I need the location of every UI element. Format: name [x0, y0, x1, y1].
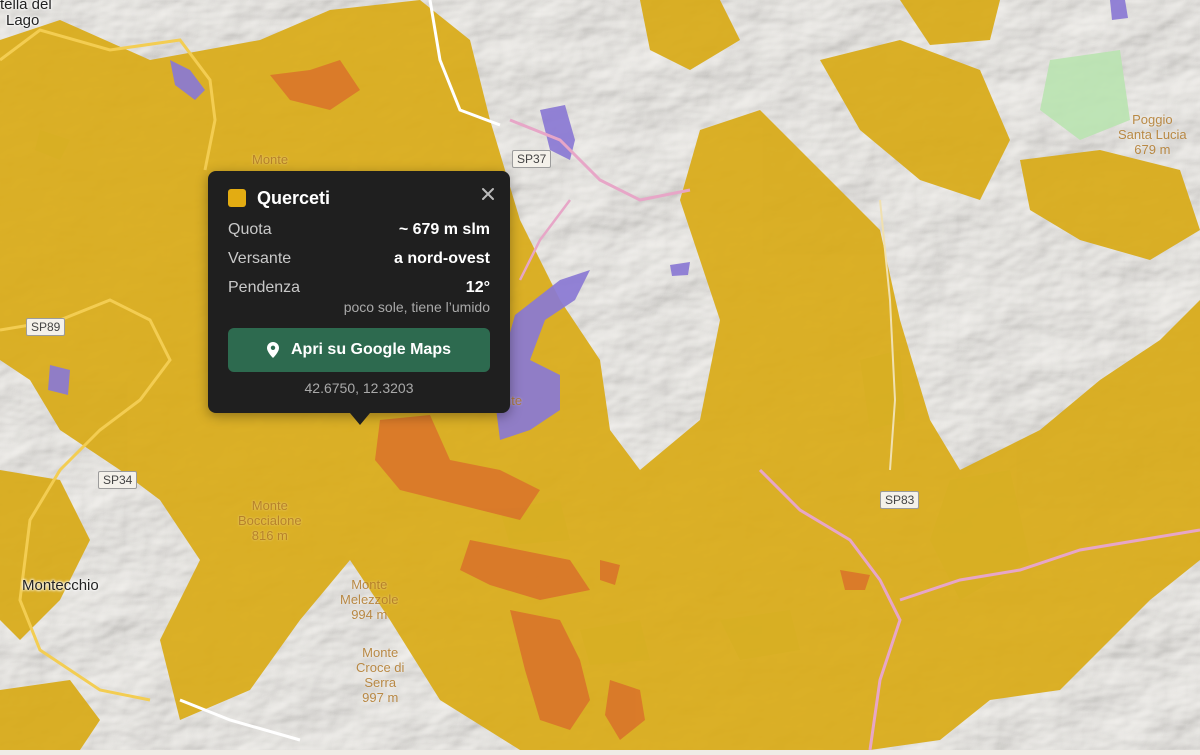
row-value: 12°: [465, 278, 490, 296]
row-key: Pendenza: [228, 278, 301, 296]
peak-label-santa-lucia: Poggio Santa Lucia 679 m: [1118, 112, 1187, 157]
road-shield-sp34: SP34: [98, 471, 138, 489]
row-value: ~ 679 m slm: [398, 220, 490, 238]
popup-row-versante: Versante a nord-ovest: [228, 244, 490, 273]
popup-note: poco sole, tiene l’umido: [343, 299, 490, 315]
map-pin-icon: [266, 342, 279, 358]
peak-label-croce: Monte Croce di Serra 997 m: [356, 645, 405, 705]
popup-pointer: [350, 413, 370, 425]
legend-swatch: [228, 189, 246, 207]
map-layer: [0, 0, 1200, 751]
peak-label: Monte: [252, 152, 289, 167]
town-label-lago: Lago: [6, 12, 40, 29]
coordinates: 42.6750, 12.3203: [304, 380, 414, 396]
row-value: a nord-ovest: [393, 249, 490, 267]
road-shield-sp83: SP83: [880, 491, 920, 509]
close-icon[interactable]: [479, 185, 497, 203]
popup-title: Querceti: [257, 187, 331, 208]
peak-label-melezzole: Monte Melezzole 994 m: [340, 577, 399, 622]
peak-label-boccialone: Monte Boccialone 816 m: [238, 498, 302, 543]
town-label-montecchio: Montecchio: [22, 577, 99, 594]
open-google-maps-label: Apri su Google Maps: [290, 341, 451, 358]
road-shield-sp89: SP89: [26, 318, 66, 336]
info-popup: Querceti Quota ~ 679 m slm Versante a no…: [208, 171, 510, 425]
popup-row-quota: Quota ~ 679 m slm: [228, 215, 490, 244]
row-key: Quota: [228, 220, 272, 238]
open-google-maps-button[interactable]: Apri su Google Maps: [228, 328, 490, 372]
road-shield-sp37: SP37: [512, 150, 552, 168]
row-key: Versante: [228, 249, 292, 267]
popup-row-pendenza: Pendenza 12°: [228, 273, 490, 302]
map-canvas[interactable]: tella del Lago Montecchio Monte Monte Bo…: [0, 0, 1200, 751]
